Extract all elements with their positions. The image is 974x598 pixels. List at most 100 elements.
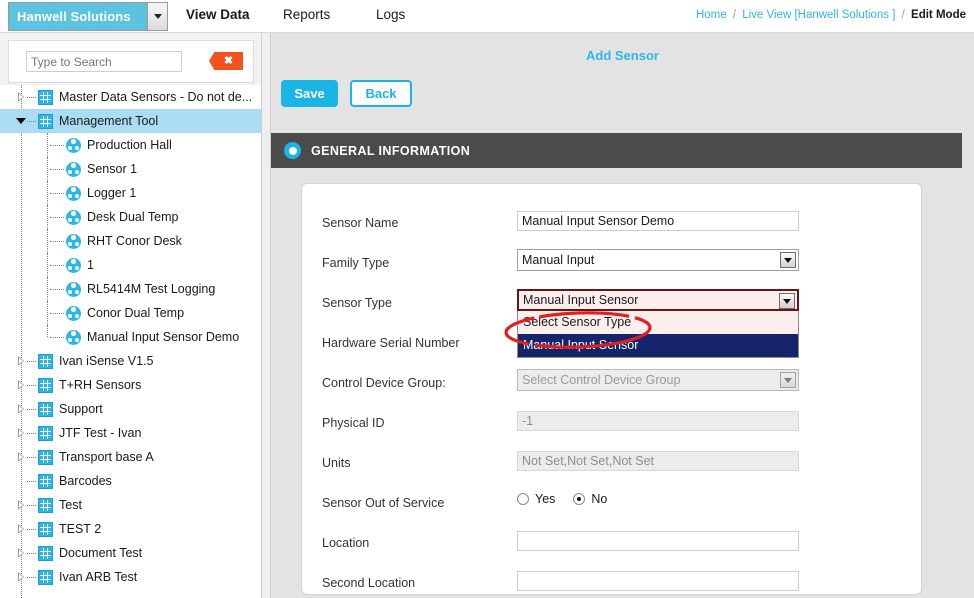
tree-connector (50, 193, 64, 194)
tree-collapse-icon[interactable] (15, 547, 27, 559)
group-grid-icon (38, 449, 53, 465)
tree-node[interactable]: RL5414M Test Logging (0, 277, 261, 301)
tree-node[interactable]: Production Hall (0, 133, 261, 157)
tree-node[interactable]: Master Data Sensors - Do not de... (0, 85, 261, 109)
control-device-group-value: Select Control Device Group (522, 373, 681, 387)
tree-node-label: Sensor 1 (87, 162, 138, 176)
tree-node-label: Management Tool (59, 114, 159, 128)
nav-item-reports[interactable]: Reports (283, 7, 330, 22)
tree-node-label: Desk Dual Temp (87, 210, 179, 224)
tree-node[interactable]: RHT Conor Desk (0, 229, 261, 253)
tree-collapse-icon[interactable] (15, 91, 27, 103)
tree-node-label: Production Hall (87, 138, 172, 152)
tree-connector (50, 289, 64, 290)
tree-node[interactable]: 1 (0, 253, 261, 277)
tree-connector (27, 121, 36, 122)
tree-collapse-icon[interactable] (15, 571, 27, 583)
tree-node[interactable]: Document Test (0, 541, 261, 565)
tree-node[interactable]: Conor Dual Temp (0, 301, 261, 325)
sensor-node-icon (66, 233, 81, 249)
second-location-input[interactable] (517, 571, 799, 591)
tree-collapse-icon[interactable] (15, 451, 27, 463)
tree-collapse-icon[interactable] (15, 523, 27, 535)
dropdown-option-selected[interactable]: Manual Input Sensor (518, 334, 798, 357)
tree-collapse-icon[interactable] (15, 403, 27, 415)
tree-node[interactable]: Ivan ARB Test (0, 565, 261, 589)
tree-node[interactable]: Sensor 1 (0, 157, 261, 181)
tree-connector (50, 241, 64, 242)
tree-collapse-icon[interactable] (15, 355, 27, 367)
tree-connector (27, 481, 36, 482)
collapse-toggle-icon[interactable] (284, 142, 301, 159)
nav-item-view-data[interactable]: View Data (186, 7, 250, 22)
tree-node[interactable]: Logger 1 (0, 181, 261, 205)
tree-node[interactable]: T+RH Sensors (0, 373, 261, 397)
brand-selector[interactable]: Hanwell Solutions (8, 2, 168, 31)
save-button[interactable]: Save (281, 80, 338, 107)
back-button[interactable]: Back (350, 80, 412, 107)
clear-search-button[interactable]: ✖ (209, 52, 243, 70)
radio-no[interactable] (573, 493, 586, 505)
sensor-name-input[interactable] (517, 211, 799, 231)
general-information-header: GENERAL INFORMATION (271, 133, 962, 168)
sensor-type-dropdown-list[interactable]: Select Sensor Type Manual Input Sensor (517, 311, 799, 358)
tree-node[interactable]: JTF Test - Ivan (0, 421, 261, 445)
chevron-down-icon[interactable] (779, 293, 795, 309)
tree-node-label: RHT Conor Desk (87, 234, 182, 248)
tree-connector (47, 277, 48, 301)
tree-connector (27, 529, 36, 530)
group-grid-icon (38, 425, 53, 441)
tree-node[interactable]: Test (0, 493, 261, 517)
sensor-tree[interactable]: Master Data Sensors - Do not de... Manage… (0, 85, 261, 598)
field-row-control-device-group: Control Device Group: Select Control Dev… (302, 366, 923, 406)
family-type-select[interactable]: Manual Input (517, 249, 799, 271)
field-row-family-type: Family Type Manual Input (302, 246, 923, 286)
tree-connector (50, 265, 64, 266)
tree-node-label: RL5414M Test Logging (87, 282, 216, 296)
tree-connector (27, 97, 36, 98)
sensor-node-icon (66, 305, 81, 321)
physical-id-input (517, 411, 799, 431)
tree-node[interactable]: Transport base A (0, 445, 261, 469)
label-out-of-service: Sensor Out of Service (322, 496, 445, 510)
radio-yes[interactable] (517, 493, 529, 505)
tree-node[interactable]: TEST 2 (0, 517, 261, 541)
sensor-type-select[interactable]: Manual Input Sensor (517, 289, 799, 311)
tree-node[interactable]: Barcodes (0, 469, 261, 493)
tree-connector (47, 325, 48, 337)
location-input[interactable] (517, 531, 799, 551)
tree-node[interactable]: Management Tool (0, 109, 261, 133)
radio-no-label: No (591, 492, 608, 506)
field-row-sensor-name: Sensor Name (302, 206, 923, 246)
tree-collapse-icon[interactable] (15, 427, 27, 439)
tree-collapse-icon[interactable] (15, 499, 27, 511)
chevron-down-icon[interactable] (147, 3, 167, 30)
tree-node-label: Ivan ARB Test (59, 570, 138, 584)
sensor-type-value: Manual Input Sensor (523, 293, 639, 307)
page-title: Add Sensor (586, 48, 659, 63)
breadcrumb-live-view[interactable]: Live View [Hanwell Solutions ] (742, 9, 895, 21)
tree-node-label: T+RH Sensors (59, 378, 142, 392)
tree-node[interactable]: Desk Dual Temp (0, 205, 261, 229)
nav-item-logs[interactable]: Logs (376, 7, 405, 22)
tree-node[interactable]: Support (0, 397, 261, 421)
sensor-node-icon (66, 329, 81, 345)
dropdown-option[interactable]: Select Sensor Type (518, 311, 798, 334)
panel-divider[interactable] (262, 33, 271, 598)
search-input[interactable] (26, 51, 182, 72)
breadcrumb-home[interactable]: Home (696, 9, 727, 21)
tree-collapse-icon[interactable] (15, 379, 27, 391)
tree-connector (47, 229, 48, 253)
tree-connector (47, 205, 48, 229)
tree-expand-icon[interactable] (15, 115, 27, 127)
tree-connector (27, 577, 36, 578)
radio-yes-label: Yes (535, 492, 556, 506)
tree-node[interactable]: Ivan iSense V1.5 (0, 349, 261, 373)
label-hardware-serial-number: Hardware Serial Number (322, 336, 460, 350)
chevron-down-icon[interactable] (780, 252, 796, 268)
general-information-form: Sensor Name Family Type Manual Input Sen… (301, 183, 922, 595)
tree-node[interactable]: Manual Input Sensor Demo (0, 325, 261, 349)
group-grid-icon (38, 353, 53, 369)
chevron-down-icon[interactable] (780, 372, 796, 388)
control-device-group-select[interactable]: Select Control Device Group (517, 369, 799, 391)
